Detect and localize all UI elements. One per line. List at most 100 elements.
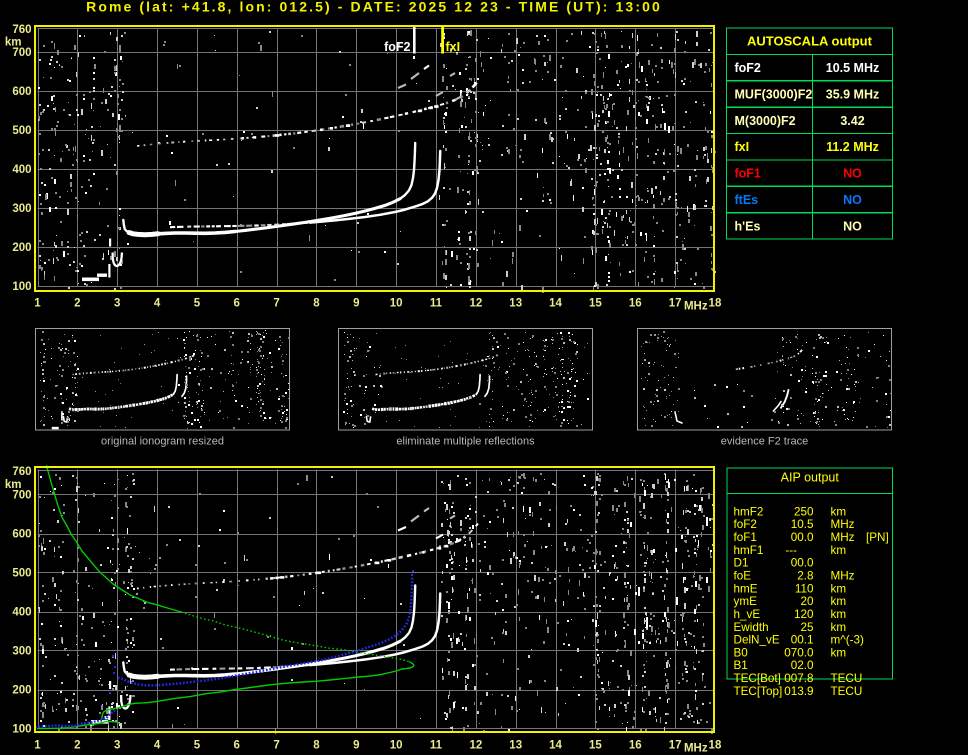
svg-text:10: 10 xyxy=(390,740,403,752)
svg-text:12: 12 xyxy=(469,298,482,310)
svg-text:8: 8 xyxy=(313,740,320,752)
svg-text:evidence F2 trace: evidence F2 trace xyxy=(721,436,808,448)
svg-text:2: 2 xyxy=(74,740,80,752)
svg-text:200: 200 xyxy=(12,242,31,254)
svg-text:400: 400 xyxy=(12,607,31,619)
svg-text:km: km xyxy=(831,544,847,557)
svg-text:3.42: 3.42 xyxy=(840,114,864,128)
svg-text:2.8: 2.8 xyxy=(797,570,813,583)
svg-text:15: 15 xyxy=(589,298,602,310)
svg-text:MHz: MHz xyxy=(684,301,708,313)
svg-text:4: 4 xyxy=(154,740,161,752)
svg-text:400: 400 xyxy=(12,164,31,176)
svg-text:300: 300 xyxy=(12,203,31,215)
svg-text:20: 20 xyxy=(800,595,814,608)
svg-text:foF2: foF2 xyxy=(734,518,757,531)
svg-text:foF2: foF2 xyxy=(384,40,410,54)
svg-text:14: 14 xyxy=(549,740,562,752)
svg-text:10.5 MHz: 10.5 MHz xyxy=(826,61,880,75)
svg-text:16: 16 xyxy=(629,740,642,752)
svg-text:hmE: hmE xyxy=(734,582,758,595)
svg-text:760: 760 xyxy=(12,24,31,36)
svg-text:D1: D1 xyxy=(734,557,749,570)
svg-text:8: 8 xyxy=(313,298,320,310)
svg-text:foF1: foF1 xyxy=(734,531,757,544)
svg-text:---: --- xyxy=(785,544,797,557)
svg-text:110: 110 xyxy=(795,582,814,595)
svg-text:km: km xyxy=(831,608,847,621)
svg-text:DelN_vE: DelN_vE xyxy=(734,634,780,647)
svg-text:MHz: MHz xyxy=(831,518,855,531)
svg-text:9: 9 xyxy=(353,740,359,752)
svg-text:12: 12 xyxy=(469,740,482,752)
svg-text:700: 700 xyxy=(12,47,31,59)
svg-text:00.0: 00.0 xyxy=(791,531,814,544)
svg-text:Rome (lat: +41.8, lon: 012.5): Rome (lat: +41.8, lon: 012.5) - DATE: 20… xyxy=(86,0,662,15)
svg-text:10.5: 10.5 xyxy=(791,518,814,531)
svg-text:hmF1: hmF1 xyxy=(734,544,764,557)
svg-text:2: 2 xyxy=(74,298,80,310)
svg-text:foF1: foF1 xyxy=(735,167,761,181)
svg-text:eliminate multiple reflections: eliminate multiple reflections xyxy=(396,436,535,448)
svg-text:m^(-3): m^(-3) xyxy=(831,634,865,647)
svg-text:7: 7 xyxy=(273,298,279,310)
svg-text:14: 14 xyxy=(549,298,562,310)
svg-text:13: 13 xyxy=(509,740,522,752)
svg-text:km: km xyxy=(831,646,847,659)
svg-text:NO: NO xyxy=(843,167,862,181)
svg-text:7: 7 xyxy=(273,740,279,752)
svg-text:17: 17 xyxy=(669,298,682,310)
svg-text:11: 11 xyxy=(430,740,443,752)
svg-text:NO: NO xyxy=(843,193,862,207)
svg-text:11.2 MHz: 11.2 MHz xyxy=(826,140,879,154)
svg-text:25: 25 xyxy=(800,621,814,634)
svg-text:km: km xyxy=(831,621,847,634)
svg-text:km: km xyxy=(831,582,847,595)
svg-text:AUTOSCALA output: AUTOSCALA output xyxy=(747,34,873,49)
svg-text:ftEs: ftEs xyxy=(735,193,759,207)
svg-text:9: 9 xyxy=(353,298,359,310)
svg-text:35.9 MHz: 35.9 MHz xyxy=(826,87,880,101)
svg-text:MHz: MHz xyxy=(831,531,855,544)
svg-text:TECU: TECU xyxy=(831,685,863,698)
svg-text:1: 1 xyxy=(34,298,41,310)
svg-text:ymE: ymE xyxy=(734,595,758,608)
svg-text:h_vE: h_vE xyxy=(734,608,761,621)
svg-text:070.0: 070.0 xyxy=(784,646,814,659)
svg-text:km: km xyxy=(831,595,847,608)
svg-text:300: 300 xyxy=(12,646,31,658)
svg-text:02.0: 02.0 xyxy=(791,659,814,672)
svg-text:3: 3 xyxy=(114,298,120,310)
svg-text:100: 100 xyxy=(12,281,31,293)
svg-text:6: 6 xyxy=(234,298,240,310)
svg-text:17: 17 xyxy=(669,740,682,752)
svg-text:00.0: 00.0 xyxy=(791,557,814,570)
svg-text:B0: B0 xyxy=(734,646,749,659)
svg-text:11: 11 xyxy=(430,298,443,310)
svg-text:013.9: 013.9 xyxy=(784,685,813,698)
svg-text:AIP output: AIP output xyxy=(781,471,840,485)
svg-text:500: 500 xyxy=(12,125,31,137)
svg-text:5: 5 xyxy=(194,740,201,752)
svg-text:6: 6 xyxy=(234,740,240,752)
svg-text:Ewidth: Ewidth xyxy=(734,621,769,634)
svg-text:007.8: 007.8 xyxy=(784,672,813,685)
svg-text:fxI: fxI xyxy=(446,40,461,54)
svg-text:4: 4 xyxy=(154,298,161,310)
svg-text:18: 18 xyxy=(709,298,722,310)
svg-text:foE: foE xyxy=(734,570,752,583)
svg-text:100: 100 xyxy=(12,724,31,736)
svg-text:600: 600 xyxy=(12,86,31,98)
svg-text:10: 10 xyxy=(390,298,403,310)
svg-text:13: 13 xyxy=(509,298,522,310)
svg-text:200: 200 xyxy=(12,685,31,697)
svg-text:500: 500 xyxy=(12,568,31,580)
svg-text:[PN]: [PN] xyxy=(866,531,889,544)
svg-text:TEC[Bot]: TEC[Bot] xyxy=(734,672,781,685)
svg-text:foF2: foF2 xyxy=(735,61,761,75)
svg-text:3: 3 xyxy=(114,740,120,752)
svg-text:18: 18 xyxy=(709,740,722,752)
svg-text:M(3000)F2: M(3000)F2 xyxy=(735,114,796,128)
svg-text:00.1: 00.1 xyxy=(791,634,814,647)
svg-text:B1: B1 xyxy=(734,659,748,672)
